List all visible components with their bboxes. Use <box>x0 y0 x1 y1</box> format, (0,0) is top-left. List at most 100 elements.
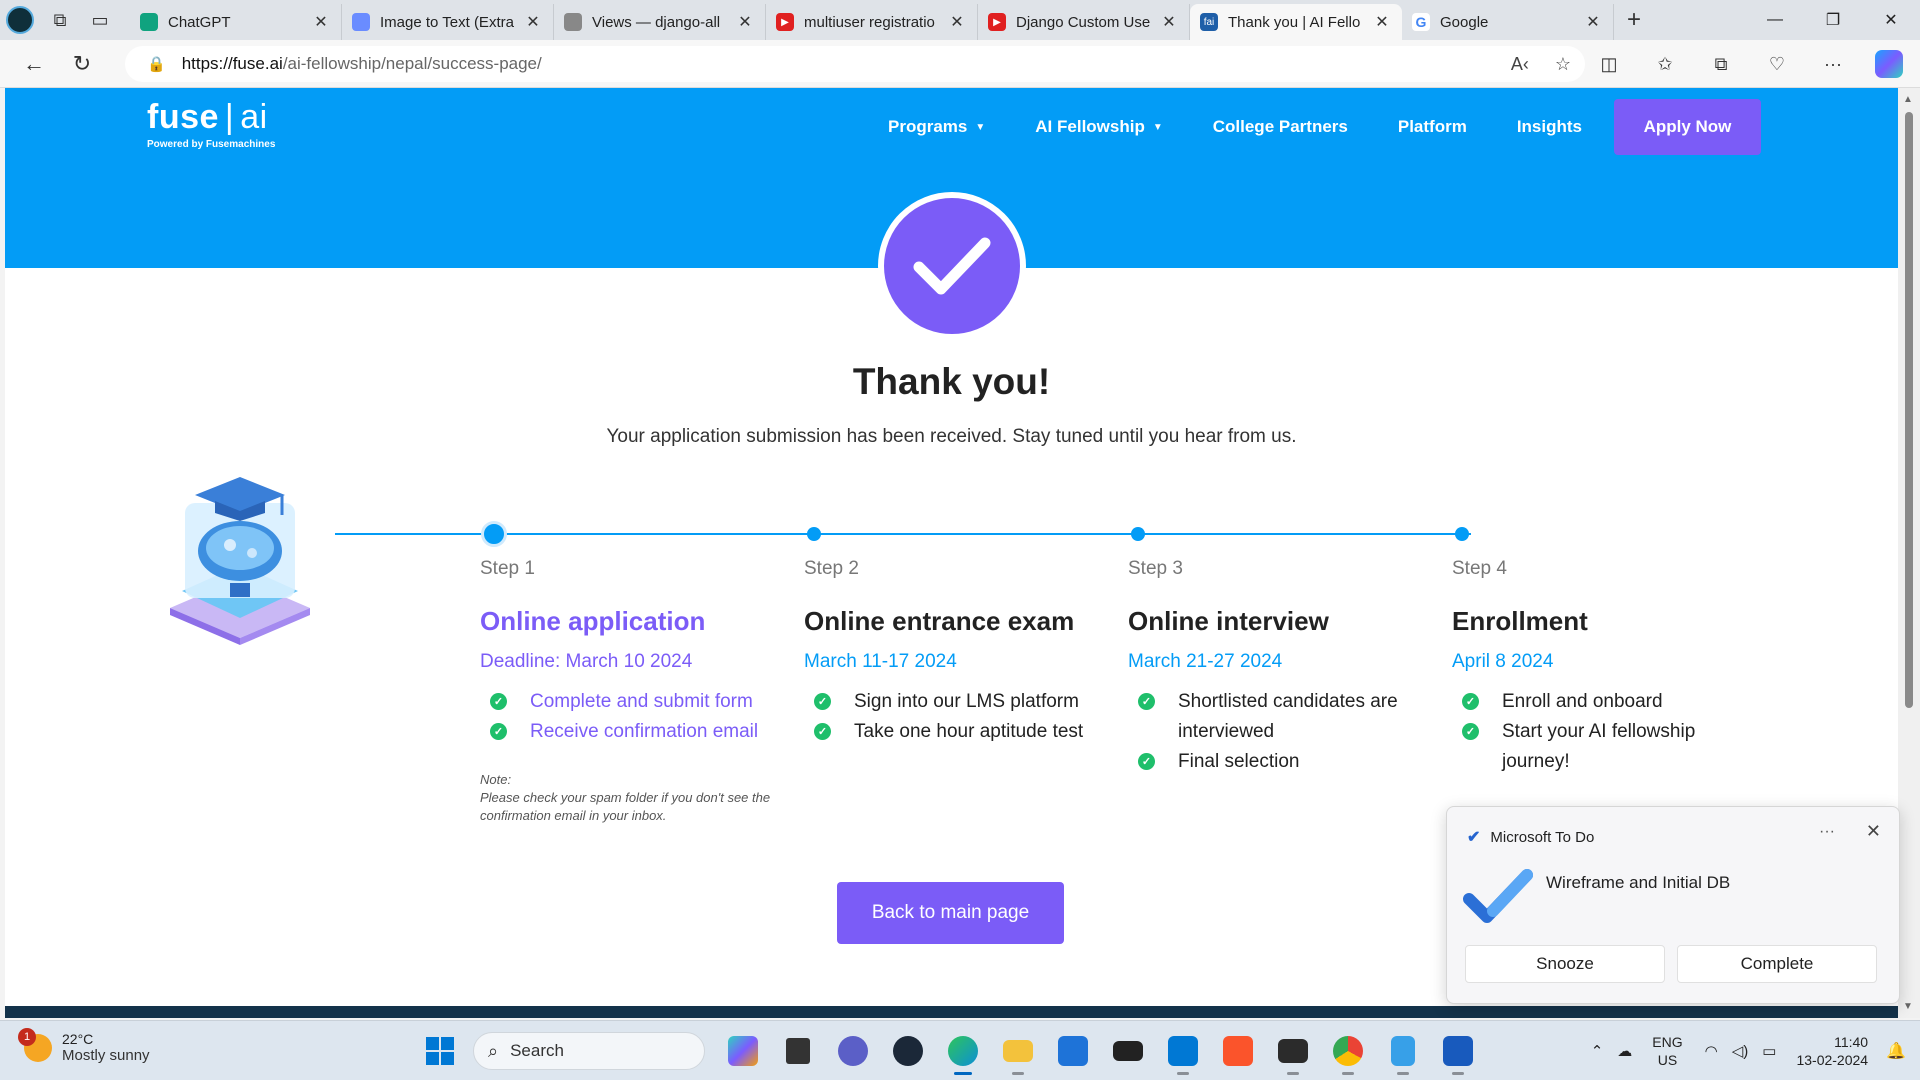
nav-item-ai-fellowship[interactable]: AI Fellowship ▼ <box>1035 117 1162 137</box>
main-navigation: Programs ▼ AI Fellowship ▼ College Partner… <box>838 99 1761 155</box>
clock[interactable]: 11:40 13-02-2024 <box>1796 1033 1868 1069</box>
timeline-dot-current <box>481 521 507 547</box>
more-options-icon[interactable]: ··· <box>1812 46 1854 82</box>
refresh-icon[interactable]: ↻ <box>60 46 104 82</box>
step-heading: Enrollment <box>1452 606 1588 636</box>
taskbar-search[interactable]: ⌕ Search <box>473 1032 705 1070</box>
read-aloud-icon[interactable]: A‹ <box>1511 54 1529 75</box>
profile-button[interactable] <box>0 0 40 40</box>
check-circle-icon: ✓ <box>814 693 831 710</box>
browser-tab[interactable]: Image to Text (Extra ✕ <box>342 4 554 40</box>
windows-taskbar: 1 22°C Mostly sunny ⌕ Search ⌃ ☁ ENG US … <box>0 1020 1920 1080</box>
complete-button[interactable]: Complete <box>1677 945 1877 983</box>
list-item: ✓ Enroll and onboard <box>1452 687 1722 717</box>
close-tab-icon[interactable]: ✕ <box>311 12 331 32</box>
nav-item-platform[interactable]: Platform <box>1398 117 1467 137</box>
snooze-button[interactable]: Snooze <box>1465 945 1665 983</box>
back-arrow-icon[interactable]: ← <box>12 46 56 82</box>
workspaces-icon[interactable]: ⧉ <box>40 0 80 40</box>
close-tab-icon[interactable]: ✕ <box>1372 12 1392 32</box>
collections-icon[interactable]: ⧉ <box>1700 46 1742 82</box>
nav-item-insights[interactable]: Insights <box>1517 117 1582 137</box>
file-manager-icon[interactable] <box>776 1029 820 1073</box>
copilot-icon[interactable] <box>1868 46 1910 82</box>
browser-tab[interactable]: ▶ multiuser registratio ✕ <box>766 4 978 40</box>
system-tray: ⌃ ☁ ENG US ◠ ◁) ▭ 11:40 13-02-2024 🔔 <box>1591 1021 1906 1080</box>
scroll-down-icon[interactable]: ▼ <box>1903 1001 1913 1012</box>
favorite-star-icon[interactable]: ☆ <box>1555 54 1571 75</box>
step-checklist: ✓ Complete and submit form ✓ Receive confi… <box>480 687 785 747</box>
lock-icon: 🔒 <box>147 56 166 73</box>
url-bar[interactable]: 🔒 https://fuse.ai/ai-fellowship/nepal/su… <box>125 46 1585 82</box>
copilot-app-icon[interactable] <box>721 1029 765 1073</box>
close-tab-icon[interactable]: ✕ <box>1159 12 1179 32</box>
page-scrollbar[interactable]: ▲ ▼ <box>1898 88 1920 1018</box>
mysql-icon[interactable] <box>1106 1029 1150 1073</box>
browser-tab[interactable]: Views — django-all ✕ <box>554 4 766 40</box>
notepad-icon[interactable] <box>1381 1029 1425 1075</box>
browser-tab[interactable]: ▶ Django Custom Use ✕ <box>978 4 1190 40</box>
brave-icon[interactable] <box>1216 1029 1260 1073</box>
start-icon[interactable] <box>418 1029 462 1073</box>
browser-tab[interactable]: ChatGPT ✕ <box>130 4 342 40</box>
scroll-up-icon[interactable]: ▲ <box>1903 94 1913 105</box>
microsoft-store-icon[interactable] <box>1051 1029 1095 1073</box>
scrollbar-thumb[interactable] <box>1905 112 1913 708</box>
close-tab-icon[interactable]: ✕ <box>947 12 967 32</box>
list-item: ✓ Sign into our LMS platform <box>804 687 1109 717</box>
apply-now-button[interactable]: Apply Now <box>1614 99 1761 155</box>
minimize-icon[interactable]: — <box>1746 0 1804 40</box>
notification-bell-icon[interactable]: 🔔 <box>1886 1041 1906 1061</box>
edge-icon[interactable] <box>941 1029 985 1075</box>
onedrive-icon[interactable]: ☁ <box>1617 1042 1632 1060</box>
nav-item-programs[interactable]: Programs ▼ <box>888 117 985 137</box>
check-circle-icon: ✓ <box>814 723 831 740</box>
nav-item-college-partners[interactable]: College Partners <box>1213 117 1348 137</box>
notification-more-button[interactable]: ··· <box>1819 823 1835 841</box>
new-tab-button[interactable]: + <box>1614 2 1654 38</box>
step-checklist: ✓ Sign into our LMS platform ✓ Take one ho… <box>804 687 1109 747</box>
step-1: Step 1 Online application Deadline: Marc… <box>480 558 785 825</box>
chevron-up-icon[interactable]: ⌃ <box>1591 1042 1604 1060</box>
fuse-ai-favicon-icon: fai <box>1200 13 1218 31</box>
restore-icon[interactable]: ❐ <box>1804 0 1862 40</box>
close-tab-icon[interactable]: ✕ <box>1583 12 1603 32</box>
tab-list: ChatGPT ✕ Image to Text (Extra ✕ Views — d… <box>130 0 1614 40</box>
browser-essentials-icon[interactable]: ♡ <box>1756 46 1798 82</box>
tray-icons: ⌃ ☁ <box>1591 1042 1633 1060</box>
step-label: Step 3 <box>1128 558 1183 579</box>
split-screen-icon[interactable]: ◫ <box>1588 46 1630 82</box>
close-tab-icon[interactable]: ✕ <box>523 12 543 32</box>
step-label: Step 1 <box>480 558 535 579</box>
back-to-main-page-button[interactable]: Back to main page <box>837 882 1064 944</box>
fuse-ai-logo[interactable]: fuse | ai Powered by Fusemachines <box>147 98 275 150</box>
vscode-icon[interactable] <box>1161 1029 1205 1075</box>
chrome-icon[interactable] <box>1326 1029 1370 1075</box>
step-label: Step 2 <box>804 558 859 579</box>
quick-settings[interactable]: ◠ ◁) ▭ <box>1705 1042 1777 1060</box>
browser-tab[interactable]: G Google ✕ <box>1402 4 1614 40</box>
youtube-favicon-icon: ▶ <box>988 13 1006 31</box>
step-heading: Online entrance exam <box>804 606 1075 636</box>
steam-icon[interactable] <box>886 1029 930 1073</box>
notification-message: Wireframe and Initial DB <box>1546 873 1731 892</box>
weather-desc: Mostly sunny <box>62 1047 150 1064</box>
close-tab-icon[interactable]: ✕ <box>735 12 755 32</box>
tab-actions-icon[interactable]: ▭ <box>80 0 120 40</box>
terminal-icon[interactable] <box>1271 1029 1315 1075</box>
favorites-icon[interactable]: ✩ <box>1644 46 1686 82</box>
browser-tab-strip: ⧉ ▭ ChatGPT ✕ Image to Text (Extra ✕ Views… <box>0 0 1920 40</box>
word-icon[interactable] <box>1436 1029 1480 1075</box>
weather-widget[interactable]: 1 22°C Mostly sunny <box>18 1027 150 1064</box>
address-toolbar: ← ↻ 🔒 https://fuse.ai/ai-fellowship/nepa… <box>0 40 1920 88</box>
file-explorer-icon[interactable] <box>996 1029 1040 1075</box>
chatgpt-favicon-icon <box>140 13 158 31</box>
timeline-dot <box>1131 527 1145 541</box>
close-window-icon[interactable]: ✕ <box>1862 0 1920 40</box>
browser-tab-active[interactable]: fai Thank you | AI Fello ✕ <box>1190 4 1402 40</box>
list-item: ✓ Receive confirmation email <box>480 717 785 747</box>
language-indicator[interactable]: ENG US <box>1652 1033 1682 1069</box>
caret-down-icon: ▼ <box>1152 121 1163 133</box>
notification-close-icon[interactable]: ✕ <box>1866 821 1881 842</box>
chat-app-icon[interactable] <box>831 1029 875 1073</box>
